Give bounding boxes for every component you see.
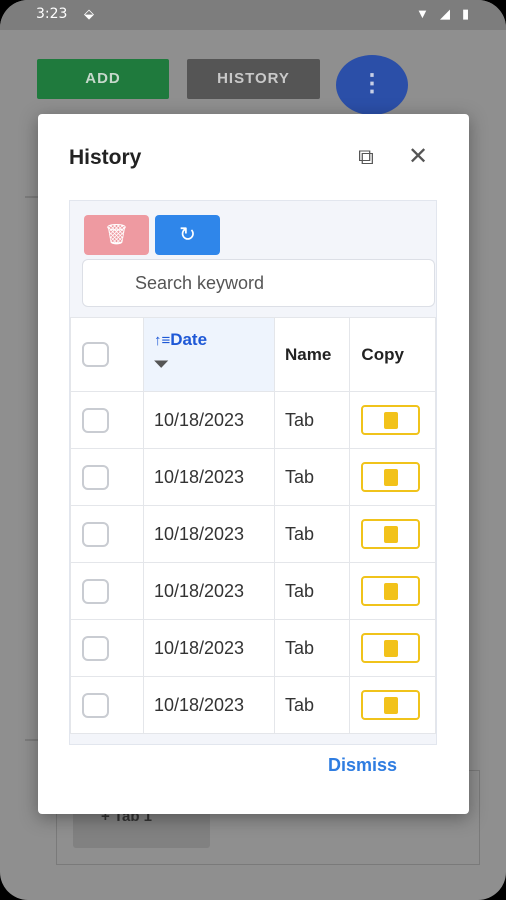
bg-divider: [25, 739, 39, 741]
row-checkbox[interactable]: [82, 578, 109, 604]
name-cell: Tab: [273, 676, 351, 734]
date-column-header[interactable]: ↑≡Date ⏷: [142, 317, 276, 392]
search-input[interactable]: [83, 260, 434, 306]
phone-screen: 3:23 ⬙ ▼ ◢ ▮ ADD HISTORY ⋮ + Tab 1 Histo…: [0, 0, 506, 900]
copy-button[interactable]: [361, 519, 421, 549]
sort-ascending-icon[interactable]: ↑≡: [154, 332, 170, 349]
date-cell: 10/18/2023: [142, 448, 276, 506]
table-row: 10/18/2023 Tab: [70, 391, 436, 449]
bg-divider: [25, 196, 39, 198]
date-cell: 10/18/2023: [142, 391, 276, 449]
battery-icon: ▮: [462, 6, 470, 21]
history-button[interactable]: HISTORY: [187, 59, 320, 99]
history-dialog: History ⧉ ✕ 🗑 ↻ ↑≡Date ⏷: [38, 114, 469, 814]
row-checkbox[interactable]: [82, 692, 109, 718]
clipboard-icon: [383, 583, 398, 601]
copy-button[interactable]: [361, 576, 421, 606]
clipboard-icon: [383, 640, 398, 658]
table-row: 10/18/2023 Tab: [70, 448, 436, 506]
copy-button[interactable]: [361, 462, 421, 492]
add-button[interactable]: ADD: [37, 59, 169, 99]
signal-icon: ◢: [440, 6, 450, 21]
name-cell: Tab: [273, 505, 351, 563]
name-cell: Tab: [273, 619, 351, 677]
clipboard-icon: [383, 412, 398, 430]
name-cell: Tab: [273, 562, 351, 620]
status-time: 3:23: [36, 6, 68, 22]
status-bar: 3:23 ⬙ ▼ ◢ ▮: [0, 0, 506, 30]
dismiss-button[interactable]: Dismiss: [328, 755, 397, 776]
close-icon[interactable]: ✕: [405, 144, 431, 170]
notification-icon: ⬙: [84, 6, 94, 21]
table-header-row: ↑≡Date ⏷ Name Copy: [70, 317, 436, 392]
wifi-icon: ▼: [416, 6, 429, 21]
dialog-title: History: [69, 146, 142, 169]
date-cell: 10/18/2023: [142, 619, 276, 677]
select-all-cell: [70, 317, 144, 392]
history-table: ↑≡Date ⏷ Name Copy 10/18/2023 Tab 10/18/…: [70, 317, 436, 734]
copy-button[interactable]: [361, 405, 421, 435]
select-all-checkbox[interactable]: [82, 342, 109, 367]
table-row: 10/18/2023 Tab: [70, 505, 436, 563]
date-cell: 10/18/2023: [142, 562, 276, 620]
table-row: 10/18/2023 Tab: [70, 676, 436, 734]
copy-button[interactable]: [361, 690, 421, 720]
row-checkbox[interactable]: [82, 407, 109, 433]
copy-button[interactable]: [361, 633, 421, 663]
date-header-label: Date: [170, 330, 208, 349]
table-row: 10/18/2023 Tab: [70, 562, 436, 620]
row-checkbox[interactable]: [82, 521, 109, 547]
table-row: 10/18/2023 Tab: [70, 619, 436, 677]
refresh-button[interactable]: ↻: [155, 215, 220, 255]
more-options-fab[interactable]: ⋮: [336, 55, 408, 115]
name-cell: Tab: [273, 391, 351, 449]
history-panel: 🗑 ↻ ↑≡Date ⏷ Name Copy: [69, 200, 437, 745]
date-cell: 10/18/2023: [142, 505, 276, 563]
filter-icon[interactable]: ⏷: [154, 354, 274, 375]
delete-button[interactable]: 🗑: [84, 215, 149, 255]
refresh-icon: ↻: [179, 224, 196, 246]
trash-icon: 🗑: [103, 224, 130, 246]
copy-column-header: Copy: [349, 317, 436, 392]
clipboard-icon: [383, 469, 398, 487]
restore-icon[interactable]: ⧉: [353, 144, 379, 170]
search-box[interactable]: [82, 259, 435, 307]
row-checkbox[interactable]: [82, 635, 109, 661]
clipboard-icon: [383, 697, 398, 715]
name-column-header[interactable]: Name: [273, 317, 351, 392]
clipboard-icon: [383, 526, 398, 544]
name-cell: Tab: [273, 448, 351, 506]
date-cell: 10/18/2023: [142, 676, 276, 734]
row-checkbox[interactable]: [82, 464, 109, 490]
